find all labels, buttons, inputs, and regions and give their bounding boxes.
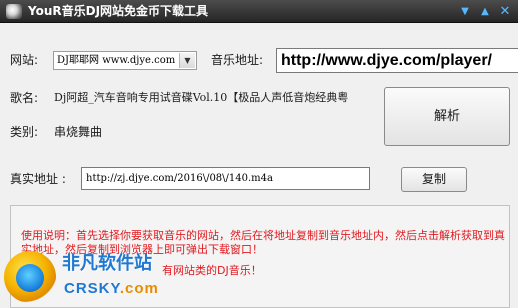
- music-url-label: 音乐地址:: [211, 53, 264, 67]
- close-icon[interactable]: ✕: [498, 5, 512, 18]
- watermark-logo-core: [16, 264, 44, 292]
- site-select[interactable]: DJ耶耶网 www.djye.com ▼: [53, 51, 197, 70]
- title-bar[interactable]: YouR音乐DJ网站免金币下载工具 ▼ ▲ ✕: [0, 0, 518, 23]
- music-url-input[interactable]: http://www.djye.com/player/: [276, 48, 518, 73]
- real-url-value: http://zj.djye.com/2016\/08\/140.m4a: [86, 173, 273, 184]
- watermark-en-text: CRSKY.com: [64, 280, 159, 298]
- site-watermark: 非凡软件站 CRSKY.com: [0, 248, 180, 308]
- site-select-value: DJ耶耶网 www.djye.com: [57, 55, 176, 66]
- song-name: Dj阿超_汽车音响专用试音碟Vol.10【极品人声低音炮经典粤: [54, 91, 349, 104]
- site-label: 网站:: [10, 53, 39, 67]
- watermark-en-suffix: .com: [119, 280, 159, 297]
- chevron-down-icon[interactable]: ▼: [458, 5, 472, 18]
- chevron-up-icon[interactable]: ▲: [478, 5, 492, 18]
- app-window: YouR音乐DJ网站免金币下载工具 ▼ ▲ ✕ 网站: DJ耶耶网 www.dj…: [0, 0, 518, 308]
- music-url-value: http://www.djye.com/player/: [281, 52, 492, 69]
- song-label: 歌名:: [10, 91, 39, 105]
- real-url-label: 真实地址 :: [10, 172, 66, 186]
- category-label: 类别:: [10, 125, 39, 139]
- real-url-input[interactable]: http://zj.djye.com/2016\/08\/140.m4a: [81, 167, 370, 190]
- window-title: YouR音乐DJ网站免金币下载工具: [28, 4, 209, 18]
- watermark-logo-icon: [4, 251, 56, 303]
- chevron-down-icon[interactable]: ▼: [179, 53, 195, 68]
- category-value: 串烧舞曲: [54, 125, 103, 139]
- parse-button[interactable]: 解析: [384, 87, 510, 146]
- app-icon: [6, 4, 22, 19]
- watermark-cn-text: 非凡软件站: [62, 253, 152, 274]
- copy-button[interactable]: 复制: [401, 167, 467, 192]
- watermark-en-main: CRSKY: [64, 280, 120, 297]
